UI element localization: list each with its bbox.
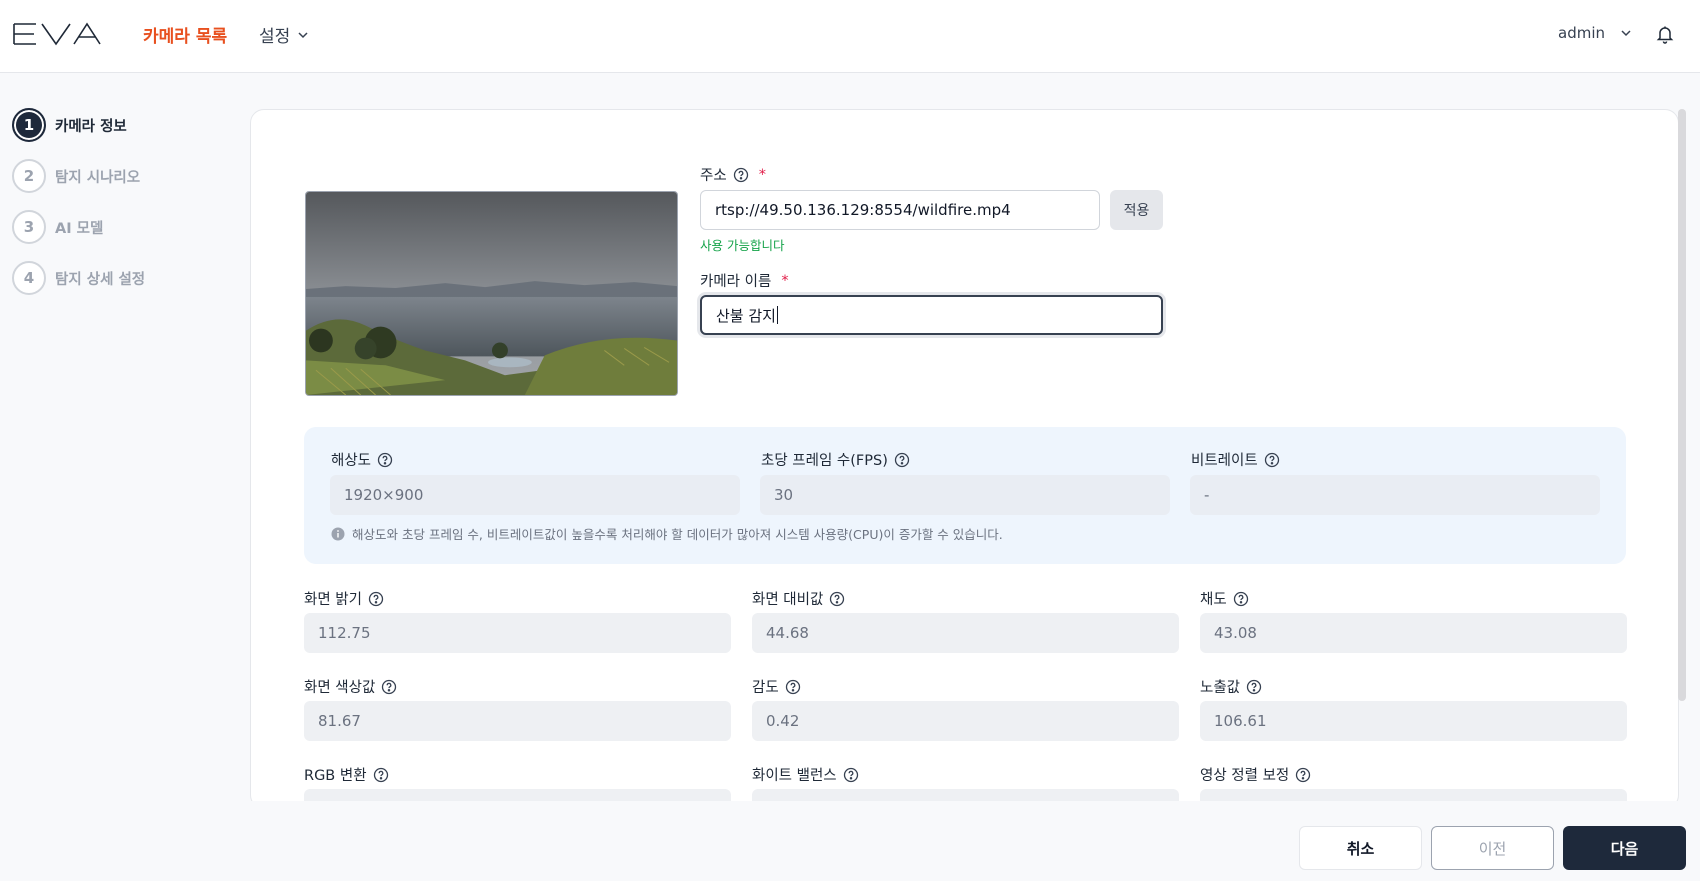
nav-camera-list[interactable]: 카메라 목록: [143, 22, 227, 47]
bitrate-label: 비트레이트: [1191, 449, 1280, 470]
address-status-text: 사용 가능합니다: [700, 238, 785, 253]
help-icon[interactable]: [1295, 767, 1311, 783]
gain-field: 0.42: [752, 701, 1179, 741]
address-label-text: 주소: [700, 168, 727, 184]
top-header: 카메라 목록 설정 admin: [0, 0, 1700, 73]
help-icon[interactable]: [368, 591, 384, 607]
resolution-label: 해상도: [331, 449, 393, 470]
camera-name-input[interactable]: 산불 감지: [700, 295, 1163, 335]
contrast-field: 44.68: [752, 613, 1179, 653]
resolution-label-text: 해상도: [331, 453, 372, 469]
required-mark: *: [758, 166, 766, 183]
contrast-label-text: 화면 대비값: [752, 592, 824, 608]
chevron-down-icon: [298, 31, 308, 38]
address-label: 주소 *: [700, 164, 766, 185]
rgb-label: RGB 변환: [304, 764, 389, 785]
stream-info-panel: 해상도 1920×900 초당 프레임 수(FPS) 30 비트레이트 - 해상…: [304, 427, 1626, 564]
camera-preview-image: [305, 191, 678, 396]
step-label: 탐지 시나리오: [55, 169, 141, 186]
camera-name-label: 카메라 이름 *: [700, 270, 789, 291]
eva-logo[interactable]: [12, 18, 102, 50]
info-icon: [331, 527, 345, 540]
camera-name-label-text: 카메라 이름: [700, 274, 772, 290]
address-input[interactable]: rtsp://49.50.136.129:8554/wildfire.mp4: [700, 190, 1100, 230]
brightness-field: 112.75: [304, 613, 731, 653]
step-camera-info[interactable]: 1 카메라 정보: [12, 108, 127, 142]
stream-info-note: 해상도와 초당 프레임 수, 비트레이트값이 높을수록 처리해야 할 데이터가 …: [331, 524, 1003, 543]
hue-field: 81.67: [304, 701, 731, 741]
white-balance-label: 화이트 밸런스: [752, 764, 859, 785]
saturation-label-text: 채도: [1200, 592, 1227, 608]
gain-label: 감도: [752, 676, 801, 697]
previous-button[interactable]: 이전: [1431, 826, 1554, 870]
saturation-label: 채도: [1200, 588, 1249, 609]
step-label: AI 모델: [55, 220, 104, 237]
step-number: 2: [12, 159, 46, 193]
required-mark: *: [781, 272, 789, 289]
text-cursor: [776, 306, 778, 324]
hue-label-text: 화면 색상값: [304, 680, 376, 696]
fps-label: 초당 프레임 수(FPS): [761, 449, 910, 470]
step-detection-scenario[interactable]: 2 탐지 시나리오: [12, 159, 140, 193]
bitrate-field: -: [1190, 475, 1600, 515]
exposure-label-text: 노출값: [1200, 680, 1241, 696]
white-balance-label-text: 화이트 밸런스: [752, 768, 837, 784]
bell-icon[interactable]: [1655, 24, 1675, 44]
camera-info-card: 주소 * rtsp://49.50.136.129:8554/wildfire.…: [250, 109, 1679, 809]
fps-field: 30: [760, 475, 1170, 515]
step-number: 3: [12, 210, 46, 244]
apply-button[interactable]: 적용: [1110, 190, 1163, 230]
help-icon[interactable]: [381, 679, 397, 695]
help-icon[interactable]: [1264, 452, 1280, 468]
step-ai-model[interactable]: 3 AI 모델: [12, 210, 103, 244]
nav-settings[interactable]: 설정: [259, 22, 310, 47]
help-icon[interactable]: [1233, 591, 1249, 607]
exposure-field: 106.61: [1200, 701, 1627, 741]
step-number: 1: [12, 108, 46, 142]
saturation-field: 43.08: [1200, 613, 1627, 653]
resolution-field: 1920×900: [330, 475, 740, 515]
bitrate-label-text: 비트레이트: [1191, 453, 1258, 469]
step-label: 탐지 상세 설정: [55, 271, 146, 288]
alignment-label-text: 영상 정렬 보정: [1200, 768, 1290, 784]
help-icon[interactable]: [733, 167, 749, 183]
help-icon[interactable]: [894, 452, 910, 468]
stream-info-note-text: 해상도와 초당 프레임 수, 비트레이트값이 높을수록 처리해야 할 데이터가 …: [352, 527, 1003, 542]
cancel-button[interactable]: 취소: [1299, 826, 1422, 870]
hue-label: 화면 색상값: [304, 676, 397, 697]
user-menu[interactable]: admin: [1558, 24, 1633, 42]
rgb-label-text: RGB 변환: [304, 768, 367, 784]
alignment-label: 영상 정렬 보정: [1200, 764, 1311, 785]
fps-label-text: 초당 프레임 수(FPS): [761, 453, 888, 469]
nav-settings-label: 설정: [259, 27, 291, 47]
brightness-label: 화면 밝기: [304, 588, 384, 609]
exposure-label: 노출값: [1200, 676, 1262, 697]
camera-name-value: 산불 감지: [716, 306, 776, 325]
gain-label-text: 감도: [752, 680, 779, 696]
card-scrollbar[interactable]: [1678, 109, 1686, 701]
user-name: admin: [1558, 24, 1605, 42]
help-icon[interactable]: [785, 679, 801, 695]
step-detection-detail[interactable]: 4 탐지 상세 설정: [12, 261, 145, 295]
chevron-down-icon: [1621, 30, 1631, 37]
next-button[interactable]: 다음: [1563, 826, 1686, 870]
brightness-label-text: 화면 밝기: [304, 592, 362, 608]
contrast-label: 화면 대비값: [752, 588, 845, 609]
step-label: 카메라 정보: [55, 118, 127, 135]
help-icon[interactable]: [843, 767, 859, 783]
help-icon[interactable]: [829, 591, 845, 607]
help-icon[interactable]: [377, 452, 393, 468]
step-number: 4: [12, 261, 46, 295]
help-icon[interactable]: [373, 767, 389, 783]
help-icon[interactable]: [1246, 679, 1262, 695]
